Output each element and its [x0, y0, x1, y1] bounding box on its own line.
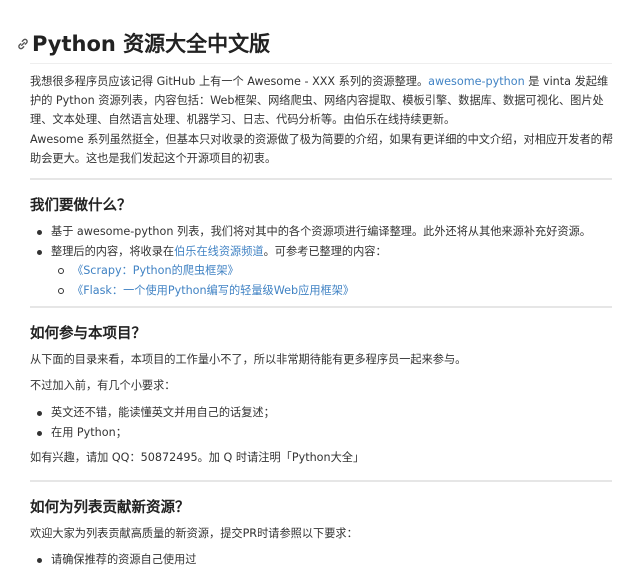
join-paragraph-1: 从下面的目录来看，本项目的工作量小不了，所以非常期待能有更多程序员一起来参与。 [30, 353, 467, 366]
section-divider-3 [30, 480, 612, 482]
list-item-text: 在用 Python； [51, 425, 127, 439]
list-item: 英文还不错，能读懂英文并用自己的话复述； [30, 403, 614, 423]
requirements-list: 英文还不错，能读懂英文并用自己的话复述； 在用 Python； [30, 403, 614, 442]
list-item: 整理后的内容，将收录在伯乐在线资源频道。可参考已整理的内容： 《Scrapy：P… [30, 242, 614, 301]
sub-list-item: 《Flask：一个使用Python编写的轻量级Web应用框架》 [51, 281, 614, 301]
list-item-text: 基于 awesome-python 列表，我们将对其中的各个资源项进行编译整理。… [51, 225, 591, 238]
intro-text: 我想很多程序员应该记得 GitHub 上有一个 Awesome - XXX 系列… [30, 75, 429, 88]
page-title: Python 资源大全中文版 [16, 30, 612, 58]
what-list: 基于 awesome-python 列表，我们将对其中的各个资源项进行编译整理。… [30, 222, 614, 300]
contribute-paragraph: 欢迎大家为列表贡献高质量的新资源，提交PR时请参照以下要求： [30, 527, 358, 540]
anchor-link-icon[interactable] [16, 37, 30, 51]
document-page: Python 资源大全中文版 我想很多程序员应该记得 GitHub 上有一个 A… [0, 0, 640, 573]
section-divider-1 [30, 178, 612, 180]
contact-paragraph: 如有兴趣，请加 QQ：50872495。加 Q 时请注明「Python大全」 [30, 451, 365, 464]
title-divider [30, 63, 612, 64]
awesome-python-link[interactable]: awesome-python [428, 75, 525, 88]
section-heading-contribute: 如何为列表贡献新资源？ [30, 500, 190, 516]
jobbole-resource-link[interactable]: 伯乐在线资源频道 [174, 245, 264, 258]
reference-sublist: 《Scrapy：Python的爬虫框架》 《Flask：一个使用Python编写… [51, 261, 614, 300]
scrapy-article-link[interactable]: 《Scrapy：Python的爬虫框架》 [72, 264, 239, 277]
contribute-list: 请确保推荐的资源自己使用过 [30, 550, 614, 570]
intro-paragraph-2: Awesome 系列虽然挺全，但基本只对收录的资源做了极为简要的介绍，如果有更详… [30, 133, 614, 165]
list-item-text: 请确保推荐的资源自己使用过 [51, 553, 197, 566]
flask-article-link[interactable]: 《Flask：一个使用Python编写的轻量级Web应用框架》 [72, 284, 354, 297]
join-paragraph-2: 不过加入前，有几个小要求： [30, 379, 176, 392]
list-item-text: 英文还不错，能读懂英文并用自己的话复述； [51, 406, 275, 419]
section-heading-join: 如何参与本项目？ [30, 326, 146, 342]
intro-paragraph-1: 我想很多程序员应该记得 GitHub 上有一个 Awesome - XXX 系列… [30, 72, 614, 129]
section-divider-2 [30, 306, 612, 308]
list-item-text: 整理后的内容，将收录在 [51, 244, 175, 258]
list-item: 基于 awesome-python 列表，我们将对其中的各个资源项进行编译整理。… [30, 222, 614, 242]
list-item-text-continued: 。可参考已整理的内容： [263, 244, 387, 258]
section-heading-what: 我们要做什么？ [30, 198, 132, 214]
sub-list-item: 《Scrapy：Python的爬虫框架》 [51, 261, 614, 281]
list-item: 请确保推荐的资源自己使用过 [30, 550, 614, 570]
page-title-text: Python 资源大全中文版 [32, 32, 271, 56]
list-item: 在用 Python； [30, 423, 614, 443]
